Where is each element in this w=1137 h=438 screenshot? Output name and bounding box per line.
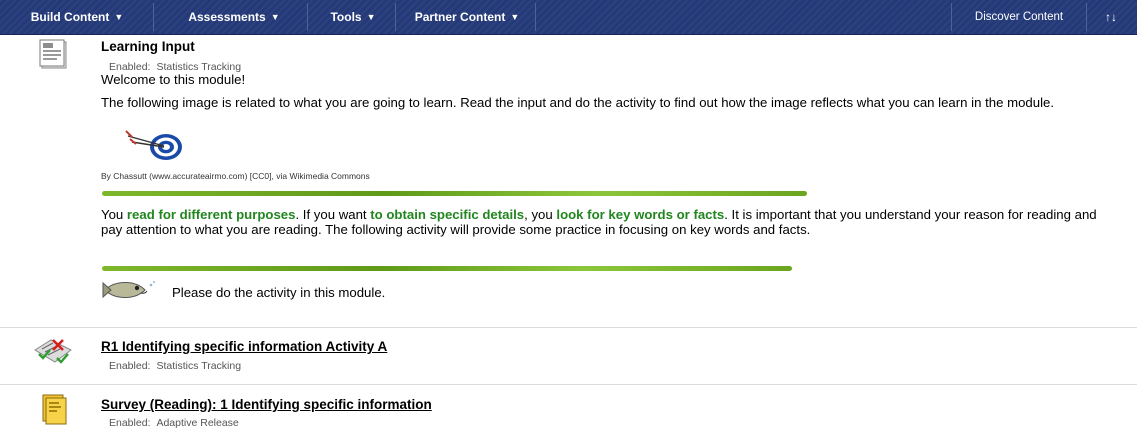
status-key: Enabled: xyxy=(109,417,151,429)
status-value: Statistics Tracking xyxy=(156,360,242,372)
toolbar-divider xyxy=(307,3,308,31)
toolbar-divider xyxy=(153,3,154,31)
discover-content-button[interactable]: Discover Content xyxy=(952,0,1086,34)
content-toolbar: Build Content ▼ Assessments ▼ Tools ▼ Partn… xyxy=(0,0,1137,35)
build-content-menu[interactable]: Build Content ▼ xyxy=(12,0,142,34)
document-icon xyxy=(39,39,67,69)
item-divider xyxy=(0,327,1137,328)
survey-icon xyxy=(42,394,67,425)
toolbar-divider xyxy=(535,3,536,31)
build-content-label: Build Content xyxy=(30,10,110,24)
assessments-menu[interactable]: Assessments ▼ xyxy=(166,0,302,34)
item-title: Learning Input xyxy=(101,39,195,54)
para-text: , you xyxy=(524,207,557,222)
para-highlight: look for key words or facts xyxy=(556,207,725,222)
chevron-down-icon: ▼ xyxy=(510,12,520,22)
para-highlight: to obtain specific details xyxy=(370,207,525,222)
status-value: Adaptive Release xyxy=(156,417,239,429)
assessments-label: Assessments xyxy=(188,10,266,24)
intro-paragraph: The following image is related to what y… xyxy=(101,95,1054,110)
para-highlight: read for different purposes xyxy=(126,207,296,222)
green-divider xyxy=(102,266,792,271)
welcome-text: Welcome to this module! xyxy=(101,72,246,87)
test-link[interactable]: R1 Identifying specific information Acti… xyxy=(101,339,387,354)
reorder-icon[interactable]: ↑↓ xyxy=(1087,0,1135,34)
tools-menu[interactable]: Tools ▼ xyxy=(312,0,394,34)
purpose-paragraph: You read for different purposes. If you … xyxy=(101,207,1111,237)
test-icon xyxy=(34,339,72,364)
partner-content-menu[interactable]: Partner Content ▼ xyxy=(400,0,534,34)
status-key: Enabled: xyxy=(109,360,151,372)
para-text: . If you want xyxy=(295,207,371,222)
toolbar-divider xyxy=(395,3,396,31)
tools-label: Tools xyxy=(330,10,362,24)
item-status: Enabled: Statistics Tracking xyxy=(109,360,241,372)
image-credit: By Chassutt (www.accurateairmo.com) [CC0… xyxy=(101,171,370,181)
activity-note: Please do the activity in this module. xyxy=(172,285,386,300)
chevron-down-icon: ▼ xyxy=(366,12,376,22)
green-divider xyxy=(102,191,807,196)
partner-content-label: Partner Content xyxy=(414,10,506,24)
item-status: Enabled: Adaptive Release xyxy=(109,417,239,429)
item-divider xyxy=(0,384,1137,385)
chevron-down-icon: ▼ xyxy=(270,12,280,22)
fish-icon xyxy=(102,281,155,299)
para-text: You xyxy=(101,207,127,222)
chevron-down-icon: ▼ xyxy=(114,12,124,22)
target-icon xyxy=(125,130,182,160)
survey-link[interactable]: Survey (Reading): 1 Identifying specific… xyxy=(101,397,432,412)
